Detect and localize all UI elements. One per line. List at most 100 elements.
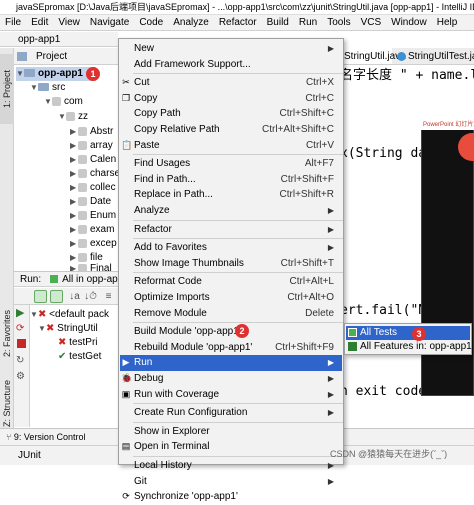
folder-icon	[38, 83, 49, 92]
menu-item-remove-module[interactable]: Remove Module Delete	[120, 306, 342, 322]
menu-item-cut[interactable]: ✂ Cut Ctrl+X	[120, 75, 342, 91]
menu-file[interactable]: File	[0, 17, 26, 28]
menu-item-rebuild-module-opp-app1[interactable]: Rebuild Module 'opp-app1' Ctrl+Shift+F9	[120, 340, 342, 356]
status-text: JUnit	[18, 450, 41, 461]
menu-help[interactable]: Help	[432, 17, 463, 28]
menu-item-show-in-explorer[interactable]: Show in Explorer	[120, 424, 342, 440]
menu-item-build-module-opp-app1[interactable]: Build Module 'opp-app1'	[120, 324, 342, 340]
menu-item-add-framework-support[interactable]: Add Framework Support...	[120, 57, 342, 73]
chevron-right-icon: ▶	[70, 155, 77, 164]
tab-stringutiltest[interactable]: StringUtilTest.java	[394, 48, 474, 64]
menu-item-replace-in-path[interactable]: Replace in Path... Ctrl+Shift+R	[120, 187, 342, 203]
tab-favorites[interactable]: 2: Favorites	[0, 298, 14, 368]
test-tree-row[interactable]: ✖ testPri	[58, 336, 98, 350]
show-ignored-icon[interactable]	[50, 290, 63, 303]
run-panel-header: Run: All in opp-app1	[14, 271, 118, 287]
menu-item-run-with-coverage[interactable]: ▣ Run with Coverage ▶	[120, 387, 342, 403]
menu-item-shortcut: Ctrl+Alt+L	[289, 276, 334, 288]
menu-window[interactable]: Window	[386, 17, 432, 28]
menu-item-label: Reformat Code	[134, 276, 202, 288]
menu-tools[interactable]: Tools	[322, 17, 355, 28]
chevron-right-icon: ▶	[70, 141, 77, 150]
menu-item-open-in-terminal[interactable]: ▤ Open in Terminal	[120, 439, 342, 455]
tree-item-package[interactable]: ▶ collec	[70, 181, 116, 195]
menu-item-paste[interactable]: 📋 Paste Ctrl+V	[120, 138, 342, 154]
menu-item-label: Run with Coverage	[134, 388, 220, 400]
tree-item-package[interactable]: ▶ exam	[70, 223, 114, 237]
toggle-autotest-icon[interactable]: ↻	[16, 355, 28, 367]
menu-analyze[interactable]: Analyze	[168, 17, 214, 28]
tree-item-package[interactable]: ▶ Date	[70, 195, 111, 209]
submenu-arrow-icon: ▶	[327, 224, 334, 234]
menu-item-show-image-thumbnails[interactable]: Show Image Thumbnails Ctrl+Shift+T	[120, 256, 342, 272]
menu-refactor[interactable]: Refactor	[214, 17, 262, 28]
menu-item-add-to-favorites[interactable]: Add to Favorites ▶	[120, 240, 342, 256]
sort-duration-icon[interactable]: ↓⏱	[84, 290, 97, 303]
step-badge-3: 3	[412, 327, 426, 341]
menu-item-label: Find in Path...	[134, 173, 196, 185]
menu-item-copy[interactable]: ❐ Copy Ctrl+C	[120, 91, 342, 107]
tab-version-control[interactable]: 9: Version Control	[14, 432, 86, 442]
breadcrumb[interactable]: opp-app1	[0, 32, 120, 47]
menu-build[interactable]: Build	[262, 17, 294, 28]
tree-item-src[interactable]: ▼ src	[30, 81, 65, 95]
stop-icon[interactable]	[17, 339, 26, 348]
expand-all-icon[interactable]: ≡	[102, 290, 115, 303]
menu-item-label: Build Module 'opp-app1'	[134, 326, 241, 338]
run-tab[interactable]: All in opp-app1	[62, 274, 118, 285]
menu-item-label: Local History	[134, 460, 192, 471]
menu-navigate[interactable]: Navigate	[85, 17, 134, 28]
menu-run[interactable]: Run	[294, 17, 322, 28]
tree-item-package[interactable]: ▶ array	[70, 139, 113, 153]
menu-item-debug[interactable]: 🐞 Debug ▶	[120, 371, 342, 387]
menu-item-analyze[interactable]: Analyze ▶	[120, 203, 342, 219]
menu-item-create-run-configuration[interactable]: Create Run Configuration ▶	[120, 405, 342, 421]
tree-item-module[interactable]: ▼ opp-app1	[16, 67, 96, 81]
menu-item-copy-relative-path[interactable]: Copy Relative Path Ctrl+Alt+Shift+C	[120, 122, 342, 138]
menu-item-run[interactable]: ▶ Run ▶	[120, 355, 342, 371]
menu-item-git[interactable]: Git ▶	[120, 474, 342, 490]
menu-item-all-features[interactable]: All Features in: opp-app1	[346, 340, 472, 354]
test-tree-row[interactable]: ▼✖ <default pack	[30, 308, 109, 322]
run-icon: ▶	[122, 357, 130, 368]
settings-icon[interactable]: ⚙	[16, 371, 28, 383]
menu-vcs[interactable]: VCS	[356, 17, 387, 28]
menu-item-all-tests[interactable]: All Tests	[346, 326, 470, 340]
tree-item-com[interactable]: ▼ com	[44, 95, 83, 109]
menu-item-refactor[interactable]: Refactor ▶	[120, 222, 342, 238]
menu-code[interactable]: Code	[134, 17, 168, 28]
menu-item-find-in-path[interactable]: Find in Path... Ctrl+Shift+F	[120, 172, 342, 188]
junit-icon	[348, 328, 357, 337]
menu-item-new[interactable]: New ▶	[120, 41, 342, 57]
tree-item-package[interactable]: ▶ Calen	[70, 153, 116, 167]
tab-project[interactable]: 1: Project	[0, 54, 14, 124]
menu-item-synchronize-opp-app1[interactable]: ⟳ Synchronize 'opp-app1'	[120, 489, 342, 505]
menu-item-label: Copy Relative Path	[134, 124, 220, 135]
show-passed-icon[interactable]	[34, 290, 47, 303]
tree-item-package[interactable]: ▶ Enum	[70, 209, 116, 223]
menu-item-find-usages[interactable]: Find Usages Alt+F7	[120, 156, 342, 172]
menu-item-shortcut: Ctrl+Alt+Shift+C	[262, 124, 334, 135]
tree-item-package[interactable]: ▶ excep	[70, 237, 117, 251]
rerun-icon[interactable]: ▶	[16, 307, 28, 319]
menu-item-local-history[interactable]: Local History ▶	[120, 458, 342, 474]
step-badge-1: 1	[86, 67, 100, 81]
tree-item-package[interactable]: ▶ charse	[70, 167, 120, 181]
module-icon	[24, 69, 35, 78]
test-tree-row[interactable]: ✔ testGet	[58, 350, 101, 364]
rerun-failed-icon[interactable]: ⟳	[16, 323, 28, 335]
tree-item-package[interactable]: ▶ Abstr	[70, 125, 113, 139]
menu-item-copy-path[interactable]: Copy Path Ctrl+Shift+C	[120, 106, 342, 122]
slideshow-title: PowerPoint 幻灯片放映	[421, 120, 474, 130]
test-tree-row[interactable]: ▼✖ StringUtil	[38, 322, 98, 336]
tree-item-zz[interactable]: ▼ zz	[58, 110, 88, 124]
menu-separator	[133, 322, 343, 324]
sort-alpha-icon[interactable]: ↓a	[68, 290, 81, 303]
cut-icon: ✂	[122, 77, 130, 88]
menu-edit[interactable]: Edit	[26, 17, 53, 28]
project-header-label[interactable]: Project	[36, 51, 67, 62]
menu-item-reformat-code[interactable]: Reformat Code Ctrl+Alt+L	[120, 274, 342, 290]
menu-item-optimize-imports[interactable]: Optimize Imports Ctrl+Alt+O	[120, 290, 342, 306]
menu-item-label: Run	[134, 357, 153, 369]
menu-view[interactable]: View	[53, 17, 85, 28]
